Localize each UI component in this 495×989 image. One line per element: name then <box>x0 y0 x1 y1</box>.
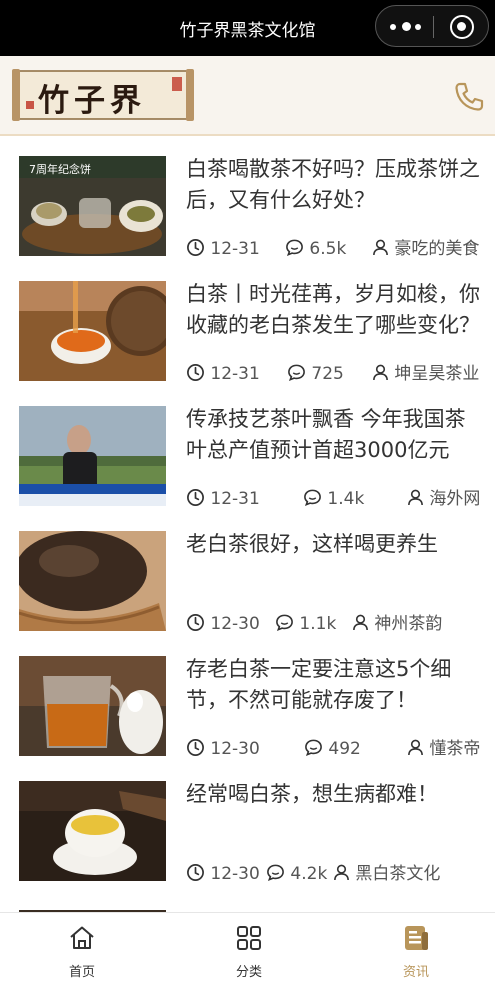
article-title[interactable]: 传承技艺茶叶飘香 今年我国茶叶总产值预计首超3000亿元 <box>186 404 482 466</box>
user-icon <box>408 739 423 756</box>
article-thumbnail[interactable] <box>19 531 166 631</box>
comment-count: 4.2k <box>290 864 328 884</box>
author-name: 黑白茶文化 <box>355 864 441 884</box>
article-author: 神州茶韵 <box>352 611 442 637</box>
article-date: 12-30 <box>186 736 260 762</box>
author-name: 豪吃的美食 <box>394 239 480 259</box>
comment-icon <box>288 364 305 382</box>
user-icon <box>334 864 349 881</box>
user-icon <box>408 489 423 506</box>
comment-icon <box>286 239 303 257</box>
article-author: 黑白茶文化 <box>333 861 440 887</box>
author-name: 神州茶韵 <box>374 614 443 634</box>
miniprogram-capsule <box>375 5 489 47</box>
list-item[interactable]: 经常喝白茶，想生病都难！ 12-30 4.2k 黑白茶文化 <box>0 763 495 888</box>
brand-logo[interactable]: 竹子界 <box>12 67 194 123</box>
article-comments: 492 <box>304 736 361 762</box>
article-meta: 12-30 1.1k 神州茶韵 <box>186 611 486 637</box>
author-name: 懂茶帝 <box>429 739 481 759</box>
user-icon <box>373 364 388 381</box>
article-date: 12-30 <box>186 861 260 887</box>
list-item[interactable]: 老白茶很好，这样喝更养生 12-30 1.1k 神州茶韵 <box>0 513 495 638</box>
article-title[interactable]: 老白茶很好，这样喝更养生 <box>186 529 482 591</box>
tab-home[interactable]: 首页 <box>22 913 142 989</box>
date-text: 12-30 <box>210 739 260 759</box>
article-meta: 12-31 1.4k 海外网 <box>186 486 486 512</box>
tab-news[interactable]: 资讯 <box>356 913 476 989</box>
article-thumbnail[interactable] <box>19 406 166 506</box>
article-thumbnail[interactable] <box>19 656 166 756</box>
article-comments: 1.4k <box>303 486 364 512</box>
comment-icon <box>304 489 321 507</box>
user-icon <box>353 614 368 631</box>
clock-icon <box>187 489 204 506</box>
article-thumbnail[interactable] <box>19 781 166 881</box>
list-item[interactable]: 7周年纪念饼 白茶喝散茶不好吗？压成茶饼之后，又有什么好处？ 12-31 6.5… <box>0 138 495 263</box>
clock-icon <box>187 614 204 631</box>
article-author: 豪吃的美食 <box>372 236 479 262</box>
article-date: 12-31 <box>186 361 260 387</box>
list-item[interactable]: 传承技艺茶叶飘香 今年我国茶叶总产值预计首超3000亿元 12-31 1.4k … <box>0 388 495 513</box>
article-author: 懂茶帝 <box>407 736 480 762</box>
article-comments: 6.5k <box>285 236 346 262</box>
author-name: 坤呈昊茶业 <box>394 364 480 384</box>
comment-count: 1.4k <box>327 489 365 509</box>
article-title[interactable]: 存老白茶一定要注意这5个细节，不然可能就存废了！ <box>186 654 482 716</box>
article-meta: 12-31 725 坤呈昊茶业 <box>186 361 486 387</box>
article-comments: 725 <box>287 361 344 387</box>
article-comments: 1.1k <box>275 611 336 637</box>
article-meta: 12-30 492 懂茶帝 <box>186 736 486 762</box>
user-icon <box>373 239 388 256</box>
comment-icon <box>276 614 293 632</box>
author-name: 海外网 <box>429 489 481 509</box>
close-miniprogram-icon[interactable] <box>450 15 474 39</box>
brand-header: 竹子界 <box>0 56 495 136</box>
article-title[interactable]: 经常喝白茶，想生病都难！ <box>186 779 482 841</box>
news-icon <box>405 926 428 950</box>
comment-count: 6.5k <box>309 239 347 259</box>
more-menu-icon[interactable] <box>390 18 430 34</box>
title-bar: 竹子界黑茶文化馆 <box>0 0 495 56</box>
clock-icon <box>187 239 204 256</box>
bottom-tab-bar: 首页 分类 资讯 <box>0 912 495 989</box>
article-date: 12-31 <box>186 236 260 262</box>
phone-icon[interactable] <box>452 80 486 114</box>
article-meta: 12-31 6.5k 豪吃的美食 <box>186 236 486 262</box>
comment-count: 1.1k <box>299 614 337 634</box>
thumb-caption: 7周年纪念饼 <box>29 162 91 176</box>
article-meta: 12-30 4.2k 黑白茶文化 <box>186 861 486 887</box>
grid-icon <box>237 926 261 950</box>
article-comments: 4.2k <box>266 861 327 887</box>
capsule-divider <box>433 16 434 38</box>
date-text: 12-31 <box>210 364 260 384</box>
article-author: 海外网 <box>407 486 480 512</box>
home-icon <box>70 926 94 949</box>
date-text: 12-31 <box>210 239 260 259</box>
tab-category[interactable]: 分类 <box>189 913 309 989</box>
clock-icon <box>187 739 204 756</box>
tab-news-label: 资讯 <box>402 965 429 980</box>
article-date: 12-31 <box>186 486 260 512</box>
list-item[interactable]: 白茶丨时光荏苒，岁月如梭，你收藏的老白茶发生了哪些变化？ 12-31 725 坤… <box>0 263 495 388</box>
clock-icon <box>187 364 204 381</box>
comment-count: 725 <box>311 364 344 384</box>
article-date: 12-30 <box>186 611 260 637</box>
article-thumbnail[interactable]: 7周年纪念饼 <box>19 156 166 256</box>
tab-home-label: 首页 <box>68 965 95 980</box>
date-text: 12-30 <box>210 864 260 884</box>
article-thumbnail[interactable] <box>19 281 166 381</box>
comment-icon <box>305 739 322 757</box>
logo-text: 竹子界 <box>38 83 146 119</box>
date-text: 12-31 <box>210 489 260 509</box>
list-item[interactable]: 存老白茶一定要注意这5个细节，不然可能就存废了！ 12-30 492 懂茶帝 <box>0 638 495 763</box>
article-title[interactable]: 白茶丨时光荏苒，岁月如梭，你收藏的老白茶发生了哪些变化？ <box>186 279 482 341</box>
article-author: 坤呈昊茶业 <box>372 361 479 387</box>
comment-count: 492 <box>328 739 361 759</box>
comment-icon <box>267 864 284 882</box>
clock-icon <box>187 864 204 881</box>
article-title[interactable]: 白茶喝散茶不好吗？压成茶饼之后，又有什么好处？ <box>186 154 482 216</box>
date-text: 12-30 <box>210 614 260 634</box>
tab-category-label: 分类 <box>235 965 262 980</box>
